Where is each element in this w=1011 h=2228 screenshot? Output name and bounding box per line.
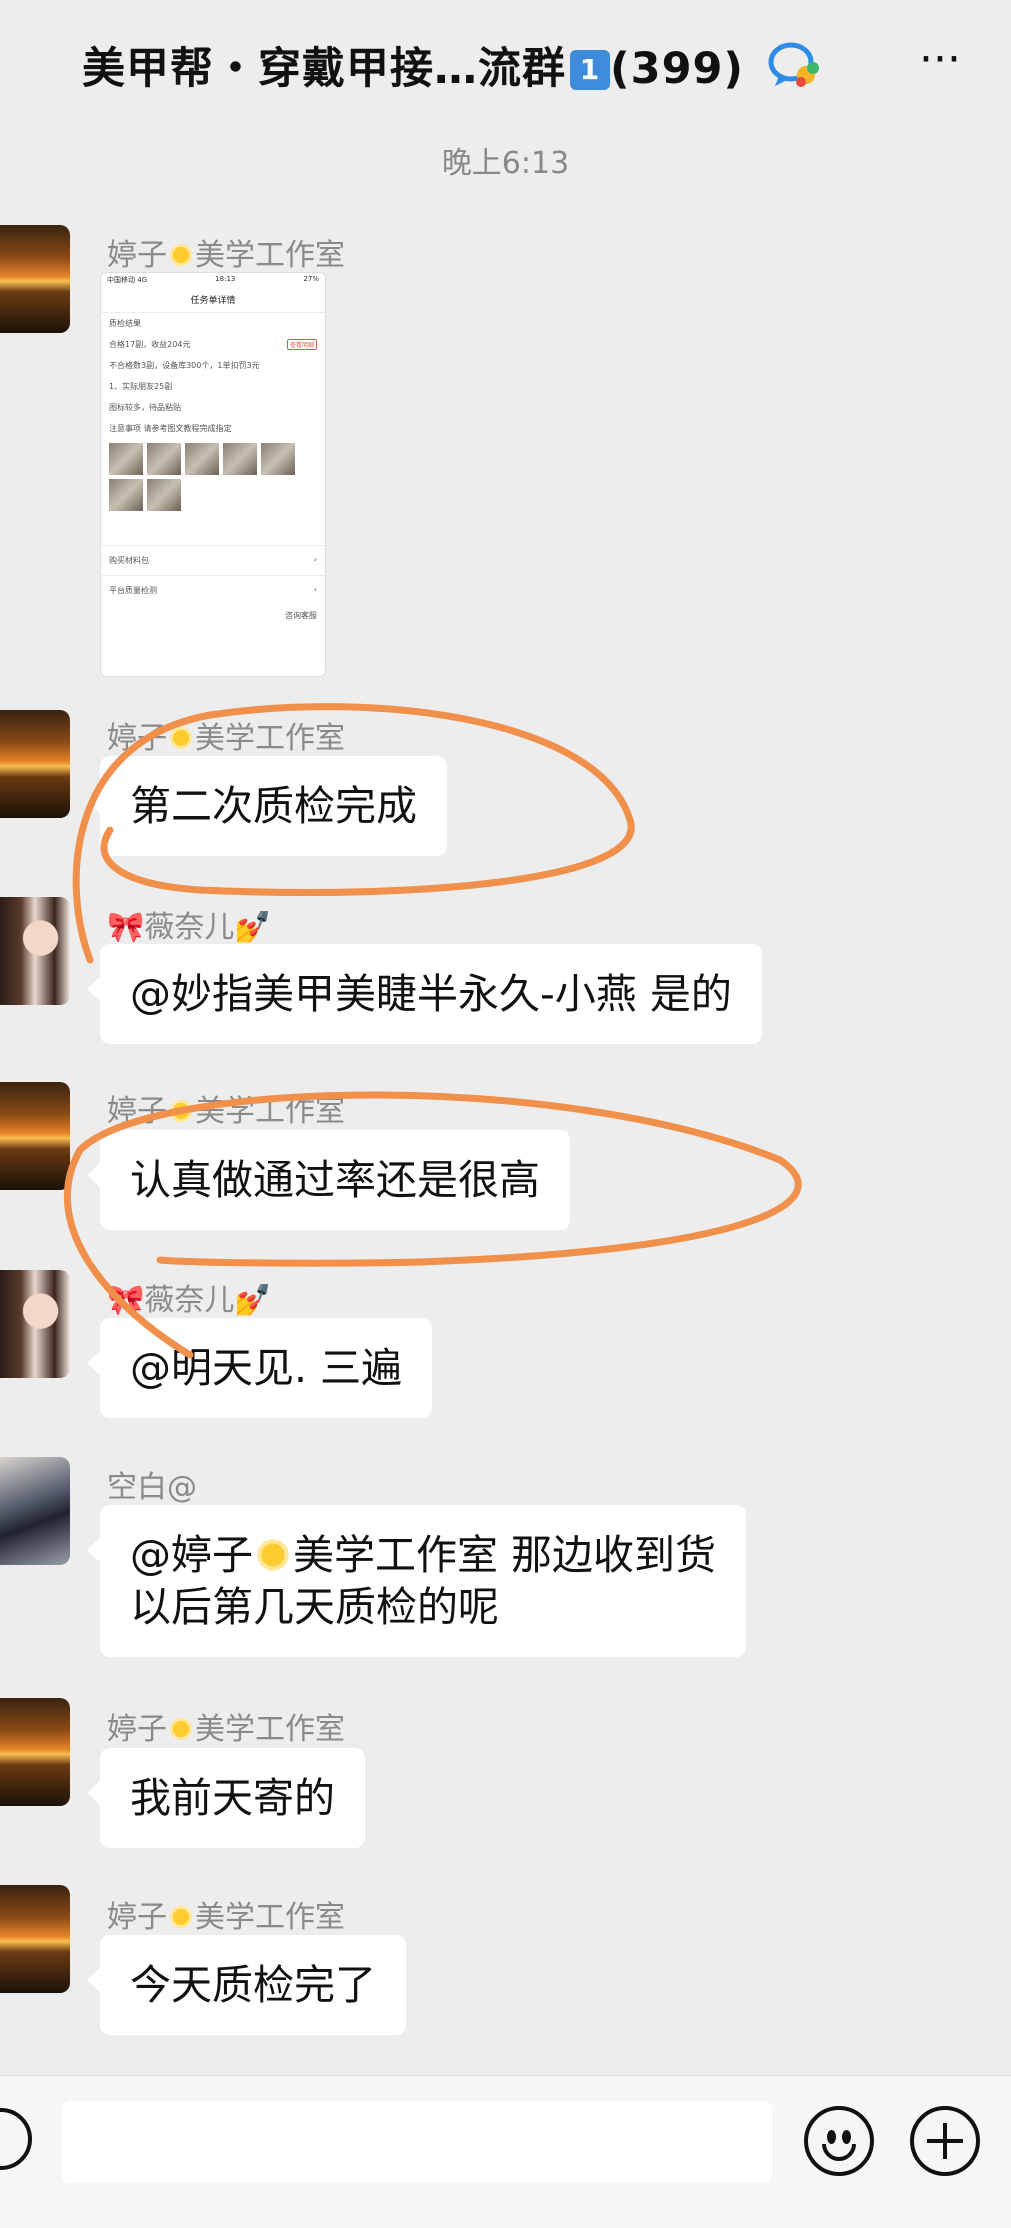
sender-name: 婷子 美学工作室	[107, 713, 345, 757]
screenshot-line: 图标较多，待品粘贴	[109, 403, 181, 412]
sun-icon	[167, 1715, 195, 1743]
screenshot-row-label: 平台质量检测	[109, 586, 157, 595]
screenshot-line: 1、实际朋友25副	[109, 382, 173, 391]
screenshot-line: 注意事项 请参考图文教程完成指定	[109, 424, 232, 433]
message-bubble[interactable]: @婷子 美学工作室 那边收到货 以后第几天质检的呢	[86, 1505, 747, 1657]
screenshot-status-bar: 中国移动 4G 18:13 27%	[101, 273, 325, 287]
screenshot-line: 质检结果	[109, 319, 141, 328]
screenshot-tag: 查看明细	[286, 339, 317, 350]
message-bubble[interactable]: 第二次质检完成	[87, 756, 447, 856]
message-bubble[interactable]: @妙指美甲美睫半永久-小燕 是的	[87, 944, 762, 1044]
avatar[interactable]	[0, 1457, 70, 1565]
more-button[interactable]: ···	[905, 30, 975, 90]
avatar[interactable]	[0, 225, 70, 333]
more-actions-button[interactable]	[910, 2106, 980, 2176]
sender-name-text: 婷子	[107, 238, 167, 273]
emoji-eye	[827, 2130, 836, 2144]
message-bubble[interactable]: 今天质检完了	[87, 1935, 406, 2035]
avatar[interactable]	[0, 1698, 70, 1806]
sender-name: 婷子 美学工作室	[107, 1892, 345, 1936]
sender-name-text: 婷子	[107, 1900, 167, 1935]
sender-name: 婷子 美学工作室	[107, 1086, 345, 1130]
message-line: @婷子 美学工作室 那边收到货	[130, 1529, 716, 1581]
message-bubble[interactable]: 认真做通过率还是很高	[87, 1130, 570, 1230]
avatar[interactable]	[0, 710, 70, 818]
screenshot-battery: 27%	[303, 275, 319, 283]
message-input[interactable]	[62, 2101, 772, 2183]
sun-icon	[167, 241, 195, 269]
thumbnail	[109, 443, 143, 475]
chevron-right-icon: ›	[313, 585, 317, 594]
sender-name: 空白@	[107, 1470, 197, 1505]
member-count: (399)	[610, 44, 745, 94]
input-bar	[0, 2075, 1011, 2228]
thumbnail	[109, 479, 143, 511]
sender-name: 🎀薇奈儿💅	[107, 910, 272, 945]
screenshot-thumbnails	[101, 439, 325, 515]
sender-name: 婷子 美学工作室	[107, 230, 345, 274]
sender-suffix: 美学工作室	[195, 1094, 345, 1129]
chat-title[interactable]: 美甲帮・穿戴甲接…流群 1 (399)	[82, 34, 744, 96]
thumbnail	[261, 443, 295, 475]
sun-icon	[167, 1097, 195, 1125]
sender-name-text: 婷子	[107, 721, 167, 756]
sun-icon	[253, 1535, 293, 1575]
mention-text: @婷子	[130, 1531, 253, 1579]
thumbnail	[223, 443, 257, 475]
sun-icon	[167, 1903, 195, 1931]
sun-icon	[167, 724, 195, 752]
avatar[interactable]	[0, 897, 70, 1005]
screenshot-row: 购买材料包 ›	[101, 545, 325, 575]
screenshot-image[interactable]: 中国移动 4G 18:13 27% 任务单详情 质检结果 合格17副，收益204…	[100, 272, 326, 677]
tencent-qq-icon[interactable]	[765, 40, 823, 90]
sender-suffix: 美学工作室	[195, 1712, 345, 1747]
screenshot-line-text: 合格17副，收益204元	[109, 340, 191, 349]
sender-name: 婷子 美学工作室	[107, 1704, 345, 1748]
sender-suffix: 美学工作室	[195, 238, 345, 273]
screenshot-row-label: 购买材料包	[109, 556, 149, 565]
thumbnail	[147, 443, 181, 475]
sender-suffix: 美学工作室	[195, 1900, 345, 1935]
avatar[interactable]	[0, 1082, 70, 1190]
emoji-mouth	[822, 2144, 856, 2161]
message-line-text: 美学工作室 那边收到货	[293, 1531, 717, 1579]
avatar[interactable]	[0, 1270, 70, 1378]
group-name: 美甲帮・穿戴甲接…流群	[82, 44, 566, 94]
emoji-button[interactable]	[804, 2106, 874, 2176]
screenshot-clock: 18:13	[215, 275, 236, 283]
emoji-eye	[842, 2130, 851, 2144]
thumbnail	[185, 443, 219, 475]
voice-button[interactable]	[0, 2108, 32, 2170]
screenshot-footer: 咨询客服	[285, 611, 317, 620]
screenshot-line: 合格17副，收益204元 查看明细	[101, 334, 325, 355]
message-bubble[interactable]: 我前天寄的	[87, 1748, 365, 1848]
chevron-right-icon: ›	[313, 555, 317, 564]
screenshot-line: 不合格数3副，设备库300个，1单扣罚3元	[109, 361, 260, 370]
screenshot-title: 任务单详情	[101, 287, 325, 313]
sender-name-text: 婷子	[107, 1094, 167, 1129]
screenshot-carrier: 中国移动 4G	[107, 276, 148, 284]
sender-name-text: 婷子	[107, 1712, 167, 1747]
screenshot-row: 平台质量检测 ›	[101, 575, 325, 605]
chat-header: 美甲帮・穿戴甲接…流群 1 (399) ···	[0, 0, 1011, 125]
sender-suffix: 美学工作室	[195, 721, 345, 756]
thumbnail	[147, 479, 181, 511]
sender-name: 🎀薇奈儿💅	[107, 1283, 272, 1318]
message-bubble[interactable]: @明天见. 三遍	[86, 1318, 433, 1418]
message-line: 以后第几天质检的呢	[130, 1583, 499, 1631]
avatar[interactable]	[0, 1885, 70, 1993]
number-badge: 1	[570, 50, 610, 90]
time-divider: 晚上6:13	[441, 146, 570, 181]
